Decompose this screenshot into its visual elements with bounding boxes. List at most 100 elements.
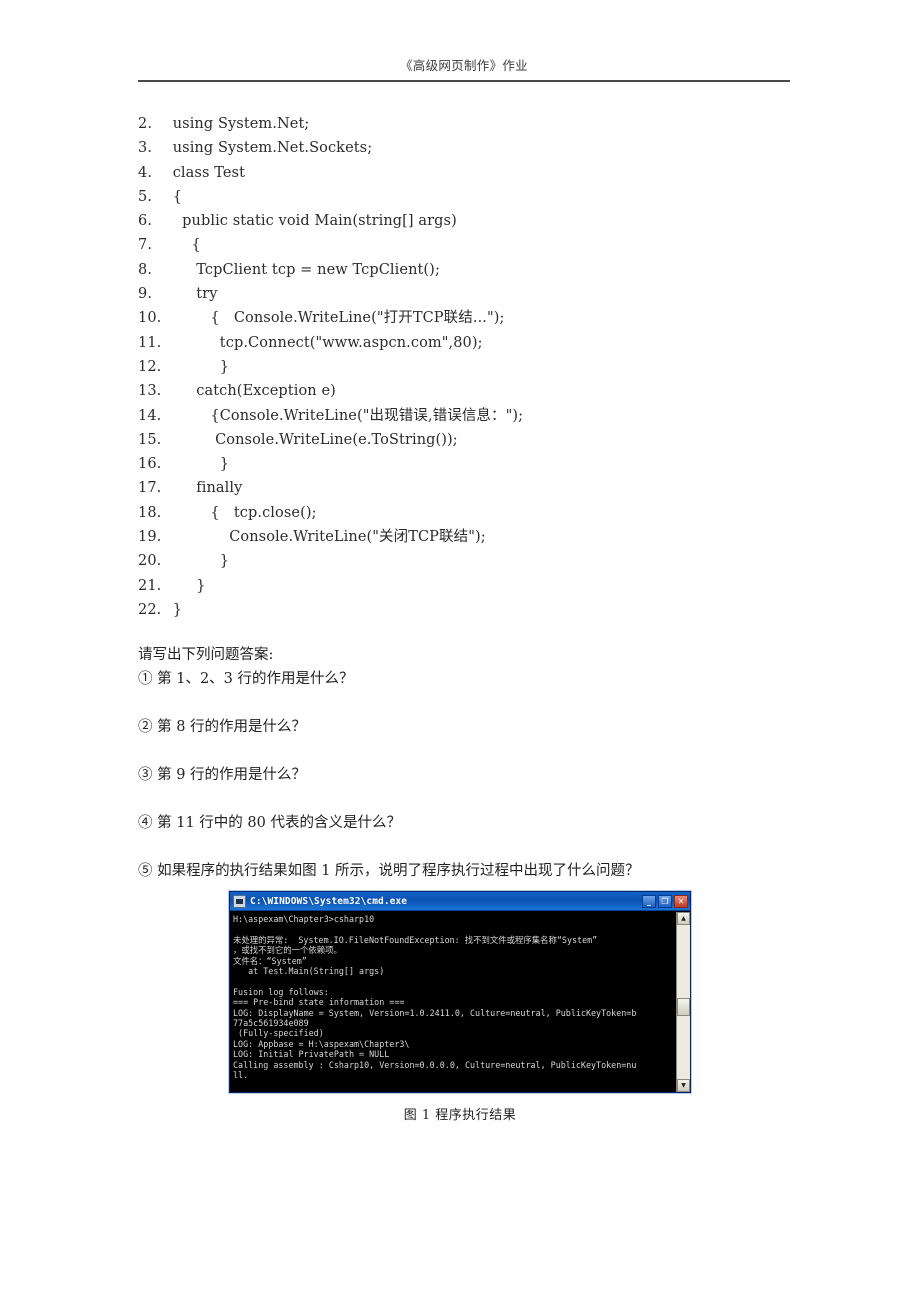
code-line-number: 17. xyxy=(138,480,162,497)
code-line: 12. } xyxy=(138,355,778,379)
code-line: 7. { xyxy=(138,233,778,257)
code-line: 10. { Console.WriteLine("打开TCP联结..."); xyxy=(138,306,778,330)
code-line-text: Console.WriteLine(e.ToString()); xyxy=(168,431,458,448)
code-line-number: 15. xyxy=(138,431,162,448)
question-item-3: ③ 第 9 行的作用是什么？ xyxy=(138,767,307,783)
console-line: Calling assembly : Csharp10, Version=0.0… xyxy=(233,1059,637,1070)
document-page: 《高级网页制作》作业 2. using System.Net; 3. using … xyxy=(0,0,920,1302)
code-line: 8. TcpClient tcp = new TcpClient(); xyxy=(138,258,778,282)
console-line: LOG: Initial PrivatePath = NULL xyxy=(233,1049,390,1060)
code-line-text: tcp.Connect("www.aspcn.com",80); xyxy=(168,334,483,351)
code-line-number: 12. xyxy=(138,358,162,375)
code-line: 13. catch(Exception e) xyxy=(138,379,778,403)
code-line-text: using System.Net; xyxy=(168,116,310,132)
code-line: 11. tcp.Connect("www.aspcn.com",80); xyxy=(138,331,778,355)
maximize-icon[interactable]: ❐ xyxy=(658,894,672,908)
code-line-number: 2. xyxy=(138,116,153,132)
question-item-1: ① 第 1、2、3 行的作用是什么？ xyxy=(138,671,354,687)
code-line-text: { tcp.close(); xyxy=(168,504,317,521)
code-line: 4. class Test xyxy=(138,161,778,185)
code-line: 20. } xyxy=(138,549,778,573)
console-line: Fusion log follows: xyxy=(233,986,329,997)
code-line: 14. {Console.WriteLine("出现错误,错误信息："); xyxy=(138,404,778,428)
question-item-5: ⑤ 如果程序的执行结果如图 1 所示，说明了程序执行过程中出现了什么问题？ xyxy=(138,863,640,879)
code-line: 16. } xyxy=(138,452,778,476)
code-line-number: 8. xyxy=(138,261,153,278)
code-line: 5. { xyxy=(138,185,778,209)
code-line-text: } xyxy=(168,456,230,473)
code-line-text: class Test xyxy=(168,164,245,181)
questions-section: 请写出下列问题答案: ① 第 1、2、3 行的作用是什么？ ② 第 8 行的作用… xyxy=(138,643,798,883)
code-line-number: 14. xyxy=(138,407,162,424)
code-line-text: try xyxy=(168,286,218,303)
console-line: 77a5c561934e089 xyxy=(233,1018,309,1029)
close-icon[interactable]: ✕ xyxy=(674,894,688,908)
code-line-number: 4. xyxy=(138,164,153,181)
code-line: 22. } xyxy=(138,598,778,622)
console-line: === Pre-bind state information === xyxy=(233,997,405,1008)
code-line: 6. public static void Main(string[] args… xyxy=(138,209,778,233)
code-line: 18. { tcp.close(); xyxy=(138,501,778,525)
code-line-number: 19. xyxy=(138,529,162,546)
code-line-text: finally xyxy=(168,480,243,497)
code-line-number: 7. xyxy=(138,237,153,254)
code-line-text: } xyxy=(168,358,230,375)
code-line-number: 20. xyxy=(138,553,162,570)
console-window-icon xyxy=(233,894,246,908)
page-header: 《高级网页制作》作业 xyxy=(138,58,790,82)
console-line: 未处理的异常: System.IO.FileNotFoundException:… xyxy=(233,934,598,945)
command-prompt-window[interactable]: C:\WINDOWS\System32\cmd.exe _ ❐ ✕ H:\asp… xyxy=(229,891,691,1093)
code-line-text: public static void Main(string[] args) xyxy=(168,213,457,230)
code-line-number: 5. xyxy=(138,188,153,205)
code-line-text: catch(Exception e) xyxy=(168,383,336,400)
code-line: 19. Console.WriteLine("关闭TCP联结"); xyxy=(138,525,778,549)
code-line: 15. Console.WriteLine(e.ToString()); xyxy=(138,428,778,452)
question-item-4: ④ 第 11 行中的 80 代表的含义是什么？ xyxy=(138,815,401,831)
console-line: LOG: Appbase = H:\aspexam\Chapter3\ xyxy=(233,1038,410,1049)
scroll-down-icon[interactable]: ▼ xyxy=(677,1079,690,1092)
code-line: 17. finally xyxy=(138,476,778,500)
console-line: 文件名：“System” xyxy=(233,955,307,966)
console-line: (Fully-specified) xyxy=(233,1028,324,1039)
code-line-text: using System.Net.Sockets; xyxy=(168,140,373,157)
code-line-number: 9. xyxy=(138,286,153,303)
console-line: H:\aspexam\Chapter3>csharp10 xyxy=(233,914,375,924)
code-line-text: } xyxy=(168,553,230,570)
console-line: ll. xyxy=(233,1070,249,1081)
window-title-bar[interactable]: C:\WINDOWS\System32\cmd.exe _ ❐ ✕ xyxy=(230,892,690,911)
console-line: at Test.Main(String[] args) xyxy=(233,966,385,977)
code-line-number: 16. xyxy=(138,456,162,473)
code-line-text: { xyxy=(168,237,201,254)
window-title: C:\WINDOWS\System32\cmd.exe xyxy=(250,895,408,907)
code-line-number: 22. xyxy=(138,601,162,618)
code-line-number: 3. xyxy=(138,140,153,157)
code-line: 21. } xyxy=(138,574,778,598)
code-line-text: {Console.WriteLine("出现错误,错误信息："); xyxy=(168,407,524,424)
scroll-up-icon[interactable]: ▲ xyxy=(677,912,690,925)
console-line: ，或找不到它的一个依赖项。 xyxy=(233,945,342,956)
code-line-text: { xyxy=(168,188,183,205)
code-line: 9. try xyxy=(138,282,778,306)
minimize-icon[interactable]: _ xyxy=(642,894,656,908)
scrollbar-thumb[interactable] xyxy=(677,998,690,1016)
code-line-number: 21. xyxy=(138,577,162,594)
header-title: 《高级网页制作》作业 xyxy=(399,58,528,73)
header-rule xyxy=(138,80,790,82)
question-item-2: ② 第 8 行的作用是什么？ xyxy=(138,719,307,735)
figure-1: C:\WINDOWS\System32\cmd.exe _ ❐ ✕ H:\asp… xyxy=(229,891,691,1123)
console-output: H:\aspexam\Chapter3>csharp10 未处理的异常: Sys… xyxy=(230,912,676,1092)
figure-caption: 图 1 程序执行结果 xyxy=(403,1108,517,1123)
code-line-text: } xyxy=(168,601,183,618)
window-controls[interactable]: _ ❐ ✕ xyxy=(642,894,688,908)
code-line-text: } xyxy=(168,577,206,594)
code-line: 2. using System.Net; xyxy=(138,112,778,136)
code-line-number: 11. xyxy=(138,334,162,351)
console-body: H:\aspexam\Chapter3>csharp10 未处理的异常: Sys… xyxy=(230,912,690,1092)
console-scrollbar[interactable]: ▲ ▼ xyxy=(676,912,690,1092)
code-line-number: 18. xyxy=(138,504,162,521)
code-line-number: 13. xyxy=(138,383,162,400)
code-listing: 2. using System.Net; 3. using System.Net.… xyxy=(138,112,778,622)
code-line: 3. using System.Net.Sockets; xyxy=(138,136,778,160)
